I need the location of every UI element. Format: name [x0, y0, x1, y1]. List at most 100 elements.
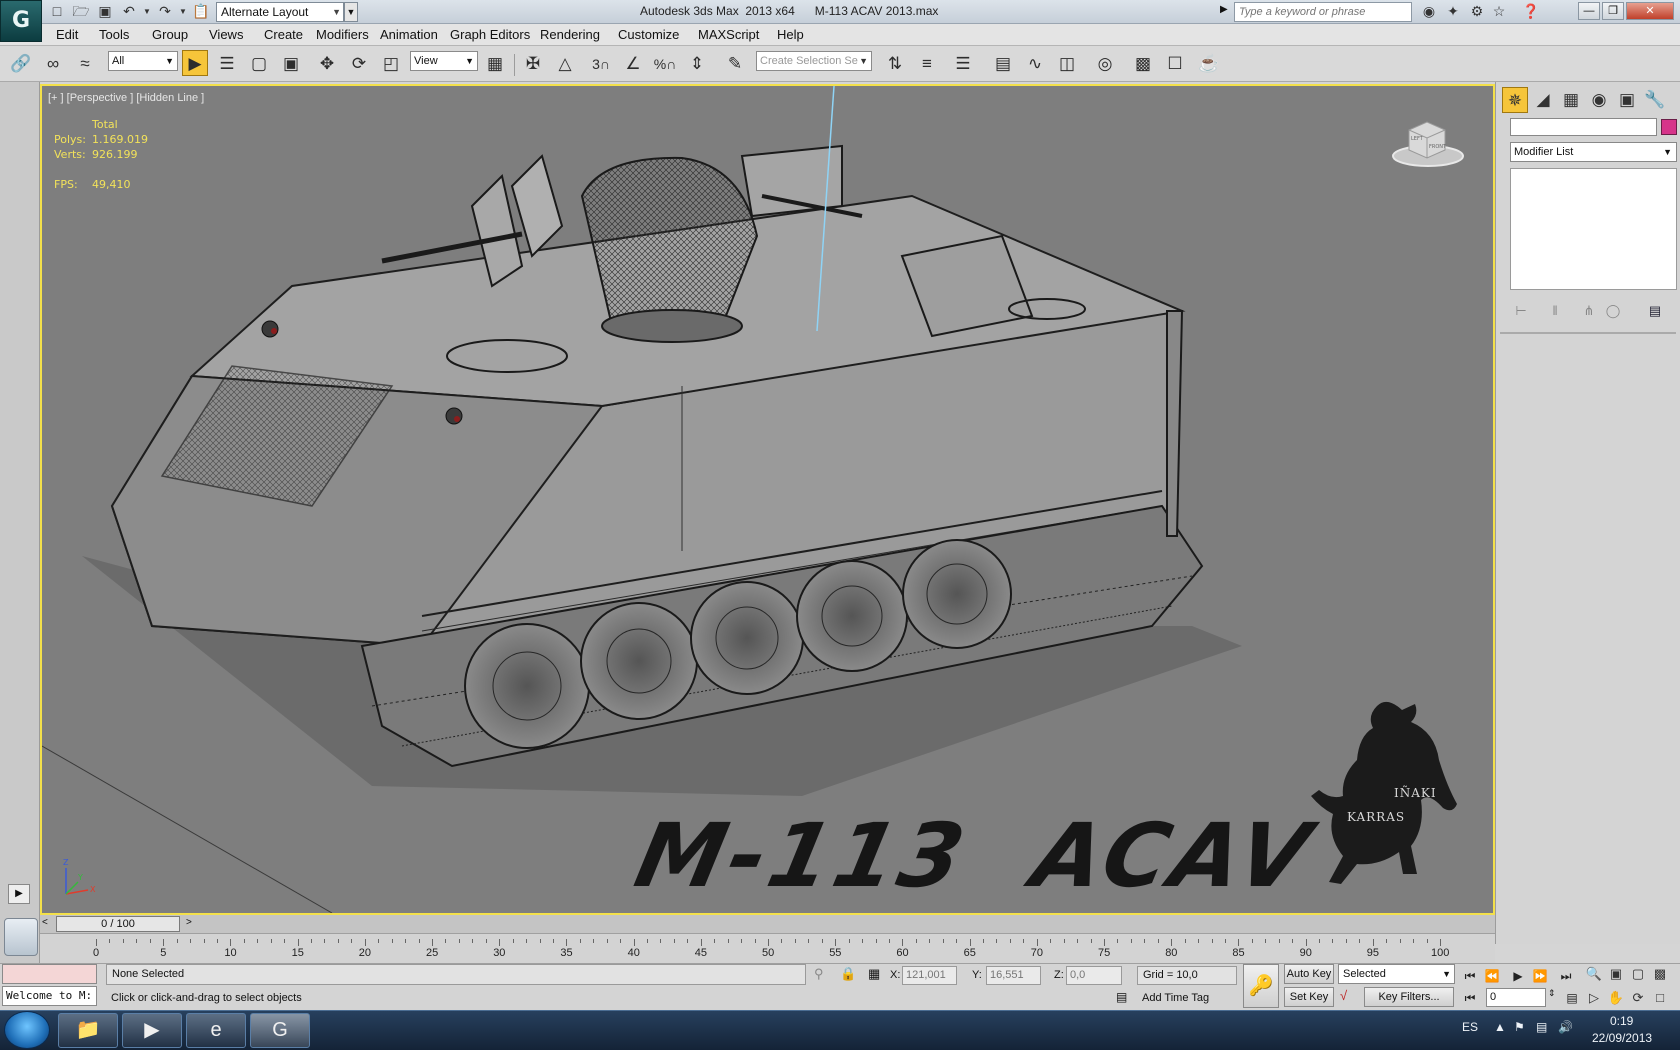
key-filters-button[interactable]: Key Filters... — [1364, 987, 1454, 1007]
z-coordinate-field[interactable]: 0,0 — [1066, 966, 1122, 985]
align-icon[interactable]: ≡ — [914, 51, 940, 77]
make-unique-icon[interactable]: ⋔ — [1578, 301, 1600, 321]
search-expand-icon[interactable]: ▶ — [1220, 4, 1228, 15]
reference-coordinate-select[interactable]: View ▼ — [410, 51, 478, 71]
zoom-all-icon[interactable]: ▣ — [1606, 964, 1626, 984]
unlink-selection-icon[interactable]: ∞ — [40, 51, 66, 77]
set-key-mode-icon[interactable]: 🔑 — [1243, 964, 1279, 1008]
set-key-button[interactable]: Set Key — [1284, 987, 1334, 1007]
redo-icon[interactable]: ↷ — [156, 3, 174, 20]
select-and-move-icon[interactable]: ✥ — [314, 51, 340, 77]
expand-play-icon[interactable]: ▶ — [8, 884, 30, 904]
motion-tab-icon[interactable]: ◉ — [1586, 87, 1612, 113]
keyboard-shortcut-override-icon[interactable]: △ — [552, 51, 578, 77]
graphite-ribbon-icon[interactable]: ▤ — [990, 51, 1016, 77]
utilities-tab-icon[interactable]: 🔧 — [1642, 87, 1668, 113]
pivot-center-icon[interactable]: ▦ — [482, 51, 508, 77]
select-object-icon[interactable]: ▶ — [182, 50, 208, 76]
object-color-swatch[interactable] — [1661, 119, 1677, 135]
time-tag-icon[interactable]: ▤ — [1116, 990, 1127, 1004]
maximize-viewport-icon[interactable]: □ — [1650, 988, 1670, 1008]
menu-tools[interactable]: Tools — [99, 27, 129, 42]
modifier-list-select[interactable]: Modifier List ▼ — [1510, 142, 1677, 162]
show-hidden-icons-icon[interactable]: ▲ — [1494, 1020, 1506, 1034]
mini-curve-editor-button[interactable] — [4, 918, 38, 956]
rendered-frame-window-icon[interactable]: ☐ — [1162, 51, 1188, 77]
spinner-snap-icon[interactable]: ⇕ — [684, 51, 710, 77]
redo-dropdown-icon[interactable]: ▼ — [174, 3, 192, 20]
close-button[interactable]: ✕ — [1626, 2, 1674, 20]
help-icon[interactable]: ❓ — [1522, 3, 1540, 20]
maxscript-output[interactable]: Welcome to M: — [2, 986, 97, 1006]
layer-manager-icon[interactable]: ☰ — [950, 51, 976, 77]
go-to-start-icon[interactable]: ⏮ — [1460, 966, 1480, 986]
menu-modifiers[interactable]: Modifiers — [316, 27, 369, 42]
menu-maxscript[interactable]: MAXScript — [698, 27, 759, 42]
menu-graph-editors[interactable]: Graph Editors — [450, 27, 530, 42]
binoculars-icon[interactable]: ◉ — [1420, 3, 1438, 20]
menu-views[interactable]: Views — [209, 27, 243, 42]
selection-lock-icon[interactable]: 🔒 — [840, 966, 856, 982]
object-name-input[interactable] — [1510, 118, 1657, 136]
undo-dropdown-icon[interactable]: ▼ — [138, 3, 156, 20]
zoom-extents-all-icon[interactable]: ▩ — [1650, 964, 1670, 984]
windows-start-button[interactable] — [4, 1011, 50, 1049]
restore-button[interactable]: ❐ — [1602, 2, 1624, 20]
modify-tab-icon[interactable]: ◢ — [1530, 87, 1556, 113]
zoom-icon[interactable]: 🔍 — [1584, 964, 1604, 984]
default-in-out-tangents-icon[interactable]: √ — [1340, 988, 1347, 1003]
communication-center-icon[interactable]: ⚙ — [1468, 3, 1486, 20]
key-mode-toggle-icon[interactable]: ⏮ — [1460, 988, 1480, 1008]
rectangular-selection-icon[interactable]: ▢ — [246, 51, 272, 77]
viewport-label[interactable]: [+ ] [Perspective ] [Hidden Line ] — [48, 92, 204, 104]
select-and-rotate-icon[interactable]: ⟳ — [346, 51, 372, 77]
bind-to-space-warp-icon[interactable]: ≈ — [72, 51, 98, 77]
named-selection-set-input[interactable]: Create Selection Se ▼ — [756, 51, 872, 71]
frame-spinner-icon[interactable]: ⇕ — [1548, 988, 1556, 999]
perspective-viewport[interactable]: [+ ] [Perspective ] [Hidden Line ] Total… — [40, 84, 1495, 915]
create-tab-icon[interactable]: ✵ — [1502, 87, 1528, 113]
undo-icon[interactable]: ↶ — [120, 3, 138, 20]
modifier-stack-list[interactable] — [1510, 168, 1677, 290]
system-clock-date[interactable]: 22/09/2013 — [1592, 1031, 1652, 1045]
volume-icon[interactable]: 🔊 — [1558, 1020, 1573, 1034]
remove-modifier-icon[interactable]: ◯ — [1602, 301, 1624, 321]
isolate-selection-icon[interactable]: ⚲ — [814, 966, 824, 982]
zoom-extents-icon[interactable]: ▢ — [1628, 964, 1648, 984]
current-frame-field[interactable]: 0 — [1486, 988, 1546, 1007]
workspace-menu-button[interactable]: ▼ — [344, 2, 358, 22]
hierarchy-tab-icon[interactable]: ▦ — [1558, 87, 1584, 113]
menu-group[interactable]: Group — [152, 27, 188, 42]
pin-stack-icon[interactable]: ⊢ — [1510, 301, 1532, 321]
orbit-icon[interactable]: ⟳ — [1628, 988, 1648, 1008]
time-slider-track[interactable] — [40, 915, 1495, 933]
time-slider-thumb[interactable]: 0 / 100 — [56, 916, 180, 932]
auto-key-button[interactable]: Auto Key — [1284, 964, 1334, 984]
save-file-icon[interactable]: ▣ — [96, 3, 114, 20]
maxscript-listener-input[interactable] — [2, 964, 97, 984]
menu-rendering[interactable]: Rendering — [540, 27, 600, 42]
open-file-icon[interactable]: 🗁 — [72, 3, 90, 20]
edit-named-selection-icon[interactable]: ✎ — [722, 51, 748, 77]
next-key-icon[interactable]: ⏩ — [1530, 966, 1550, 986]
angle-snap-icon[interactable]: ∠ — [620, 51, 646, 77]
internet-explorer-taskbar-icon[interactable]: e — [186, 1013, 246, 1048]
render-setup-icon[interactable]: ▩ — [1130, 51, 1156, 77]
explorer-taskbar-icon[interactable]: 📁 — [58, 1013, 118, 1048]
absolute-mode-icon[interactable]: ▦ — [868, 966, 880, 982]
key-mode-select[interactable]: Selected ▼ — [1338, 964, 1455, 984]
select-and-manipulate-icon[interactable]: ✠ — [520, 51, 546, 77]
display-tab-icon[interactable]: ▣ — [1614, 87, 1640, 113]
render-production-icon[interactable]: ☕ — [1196, 51, 1222, 77]
system-clock-time[interactable]: 0:19 — [1610, 1014, 1633, 1028]
previous-frame-icon[interactable]: < — [42, 917, 48, 928]
select-and-link-icon[interactable]: 🔗 — [8, 51, 34, 77]
schematic-view-icon[interactable]: ◫ — [1054, 51, 1080, 77]
menu-edit[interactable]: Edit — [56, 27, 78, 42]
network-icon[interactable]: ▤ — [1536, 1020, 1547, 1034]
workspace-select[interactable]: Alternate Layout ▼ — [216, 2, 344, 22]
mirror-icon[interactable]: ⇅ — [882, 51, 908, 77]
previous-key-icon[interactable]: ⏪ — [1482, 966, 1502, 986]
select-by-name-icon[interactable]: ☰ — [214, 51, 240, 77]
field-of-view-icon[interactable]: ▷ — [1584, 988, 1604, 1008]
